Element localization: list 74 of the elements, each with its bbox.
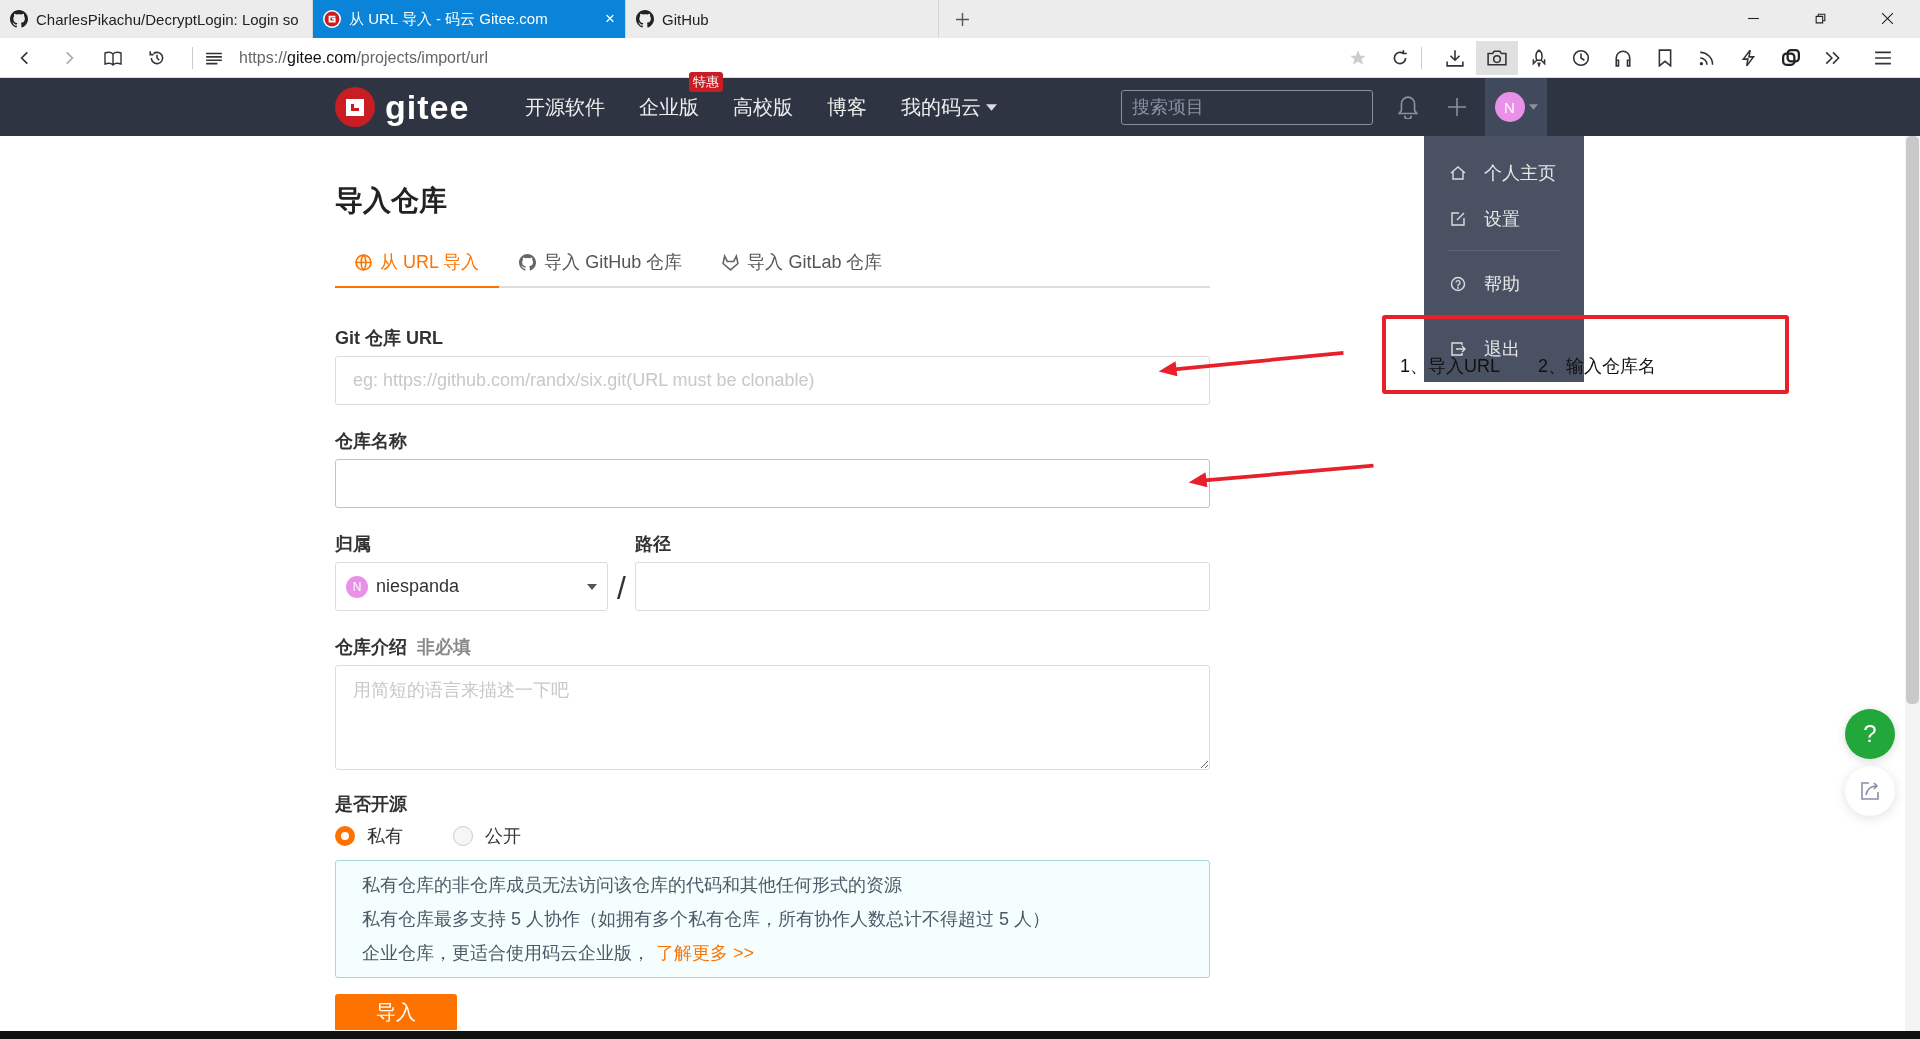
radio-option[interactable]: 私有 <box>335 824 403 848</box>
menu-item[interactable]: 个人主页 <box>1484 161 1556 185</box>
plus-icon[interactable] <box>1447 97 1467 117</box>
gitee-logo-icon[interactable] <box>335 87 375 127</box>
nav-link[interactable]: 博客 <box>827 93 867 121</box>
notice-text: 私有仓库的非仓库成员无法访问该仓库的代码和其他任何形式的资源 <box>362 874 902 897</box>
radio-option[interactable]: 公开 <box>453 824 521 848</box>
bell-icon[interactable] <box>1397 95 1419 119</box>
radio-button[interactable] <box>453 826 473 846</box>
globe-icon <box>355 253 372 271</box>
nav-link[interactable]: 我的码云 <box>901 93 981 121</box>
lightning-icon[interactable] <box>1740 48 1758 67</box>
promo-badge: 特惠 <box>689 71 723 92</box>
clock-icon[interactable] <box>1572 48 1590 67</box>
menu-item[interactable]: 设置 <box>1484 207 1520 231</box>
page-title: 导入仓库 <box>335 184 448 218</box>
new-tab-icon[interactable] <box>955 12 970 27</box>
history-icon[interactable] <box>148 48 166 67</box>
import-tab[interactable]: 导入 GitLab 仓库 <box>702 250 903 288</box>
path-field[interactable] <box>635 562 1210 611</box>
github-icon <box>10 10 28 28</box>
search-field[interactable]: 搜索项目 <box>1121 89 1373 125</box>
annotation-note: 1、导入URL <box>1400 356 1501 378</box>
caret-icon <box>587 583 597 590</box>
tab-title: 从 URL 导入 - 码云 Gitee.com <box>349 9 549 29</box>
path-separator: / <box>616 570 627 607</box>
import-tab[interactable]: 导入 GitHub 仓库 <box>499 250 703 288</box>
field-label: 是否开源 <box>335 793 408 816</box>
tab-title: GitHub <box>662 10 710 28</box>
notice-text: 企业仓库，更适合使用码云企业版， <box>362 942 650 965</box>
share-icon <box>1860 781 1880 801</box>
gitee-logo-icon <box>323 10 341 28</box>
github-icon <box>519 253 537 271</box>
field-label: 归属 <box>335 533 372 556</box>
github-icon <box>636 10 654 28</box>
nav-link[interactable]: 开源软件 <box>525 93 605 121</box>
owner-select[interactable]: N niespanda <box>335 562 608 611</box>
download-icon[interactable] <box>1446 48 1464 67</box>
optional-hint: 非必填 <box>417 636 471 659</box>
notice-text: 私有仓库最多支持 5 人协作（如拥有多个私有仓库，所有协作人数总计不得超过 5 人） <box>362 908 1051 931</box>
repo-name-field[interactable] <box>335 459 1210 508</box>
help-icon <box>1450 276 1466 292</box>
headphones-icon[interactable] <box>1614 48 1632 67</box>
edit-icon <box>1450 211 1466 227</box>
address-field[interactable]: https://gitee.com/projects/import/url <box>239 48 1337 67</box>
browser-tab[interactable]: 从 URL 导入 - 码云 Gitee.com × <box>313 0 626 38</box>
logout-icon <box>1450 341 1466 357</box>
camera-button[interactable] <box>1476 40 1518 75</box>
close-icon[interactable] <box>1881 12 1894 25</box>
camera-icon <box>1487 48 1507 67</box>
rocket-icon[interactable] <box>1530 48 1548 67</box>
browser-tab[interactable]: GitHub <box>626 0 939 38</box>
caret-icon <box>1528 104 1538 110</box>
restore-icon[interactable] <box>1814 12 1827 25</box>
avatar: N <box>346 575 368 598</box>
logo-text[interactable]: gitee <box>385 87 470 127</box>
field-label: 路径 <box>635 533 672 556</box>
caret-icon[interactable] <box>986 103 997 111</box>
field-label: 仓库名称 <box>335 430 408 453</box>
radio-button[interactable] <box>335 826 355 846</box>
menu-item[interactable]: 帮助 <box>1484 272 1520 296</box>
field-label: 仓库介绍 <box>335 636 407 659</box>
reload-icon[interactable] <box>1391 48 1409 67</box>
field-label: Git 仓库 URL <box>335 327 444 350</box>
extension-icon[interactable] <box>1782 48 1800 67</box>
bookmark-icon[interactable] <box>1656 48 1674 67</box>
nav-link[interactable]: 企业版 <box>639 93 699 121</box>
scrollbar-thumb[interactable] <box>1906 136 1919 704</box>
tab-close-button[interactable]: × <box>605 9 615 29</box>
tab-title: CharlesPikachu/DecryptLogin: Login so <box>36 10 300 28</box>
fox-head-icon <box>722 253 740 271</box>
home-icon <box>1450 165 1466 181</box>
nav-link[interactable]: 高校版 <box>733 93 793 121</box>
star-icon[interactable] <box>1349 48 1367 67</box>
